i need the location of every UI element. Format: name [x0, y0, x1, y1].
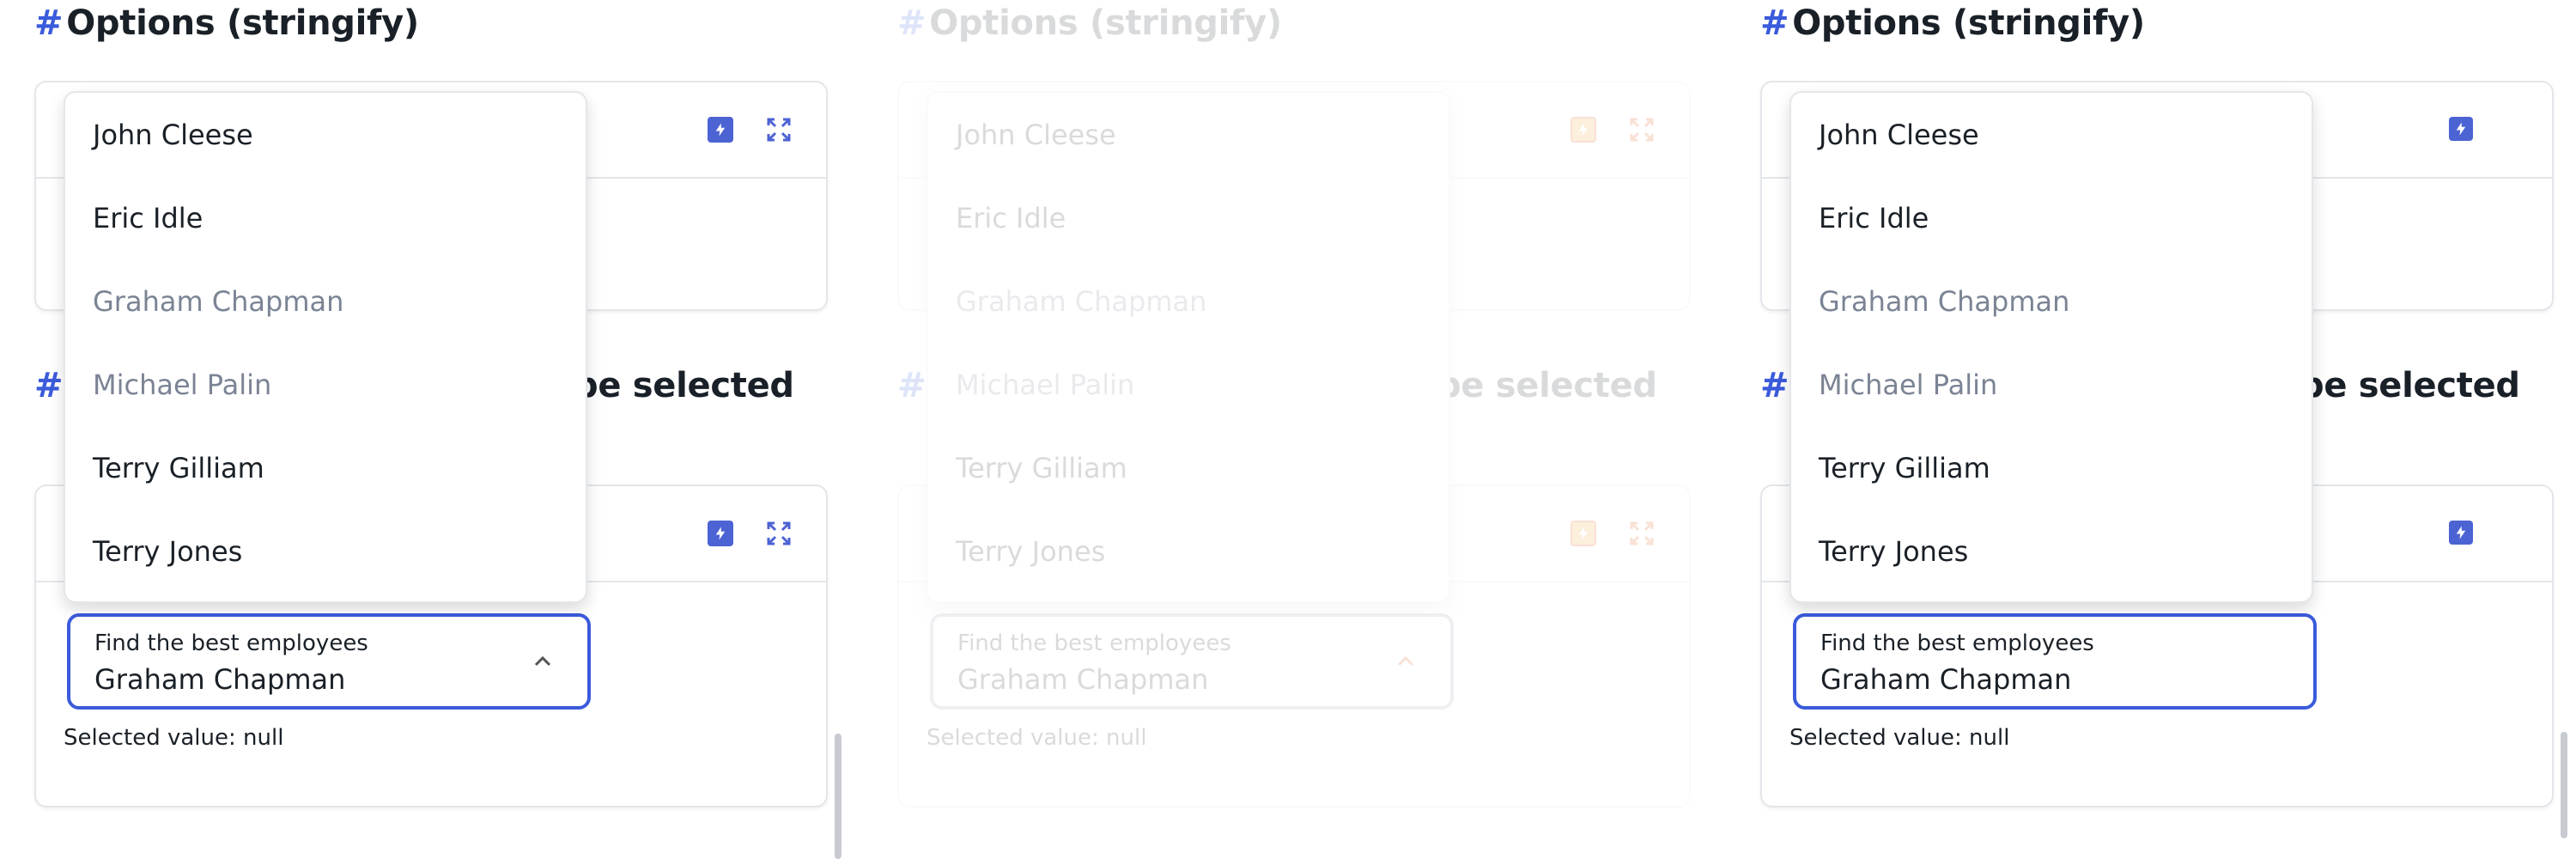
- bolt-icon[interactable]: [708, 117, 733, 143]
- autocomplete-label: Find the best employees: [957, 631, 1231, 656]
- option-item-disabled: Graham Chapman: [956, 284, 1207, 318]
- option-item[interactable]: John Cleese: [1791, 93, 2312, 176]
- bolt-icon[interactable]: [1571, 117, 1596, 143]
- autocomplete-input[interactable]: Graham Chapman: [1820, 663, 2071, 696]
- expand-icon[interactable]: [766, 521, 792, 546]
- autocomplete-listbox: John Cleese Eric Idle Graham Chapman Mic…: [927, 91, 1450, 603]
- option-item[interactable]: Terry Jones: [65, 509, 586, 593]
- autocomplete-label: Find the best employees: [1820, 631, 2094, 656]
- option-item[interactable]: Eric Idle: [928, 176, 1449, 259]
- autocomplete-label: Find the best employees: [94, 631, 368, 656]
- panel-right: # Options (stringify) # be selected Find …: [1726, 0, 2567, 859]
- employee-autocomplete[interactable]: Find the best employees Graham Chapman: [67, 613, 591, 710]
- option-item-disabled: Graham Chapman: [1819, 284, 2070, 318]
- autocomplete-listbox: John Cleese Eric Idle Graham Chapman Mic…: [1789, 91, 2313, 603]
- expand-icon[interactable]: [1629, 117, 1655, 143]
- section-heading-2-hash: #: [897, 366, 927, 405]
- section-heading-options: # Options (stringify): [897, 3, 1282, 43]
- page-scrollbar[interactable]: [835, 734, 841, 859]
- selected-value-text: Selected value: null: [927, 725, 1147, 751]
- option-item[interactable]: Eric Idle: [1791, 176, 2312, 259]
- section-heading-2-tail: be selected: [574, 366, 794, 405]
- panel-middle-ghost: # Options (stringify) # be selected Find …: [863, 0, 1704, 859]
- chevron-up-icon[interactable]: [1392, 648, 1419, 675]
- option-item[interactable]: Eric Idle: [65, 176, 586, 259]
- section-heading-2-tail: be selected: [1437, 366, 1657, 405]
- option-item-disabled: Michael Palin: [1819, 368, 1998, 401]
- section-heading-options: # Options (stringify): [34, 3, 419, 43]
- expand-icon[interactable]: [1629, 521, 1655, 546]
- page-scrollbar[interactable]: [2561, 732, 2567, 838]
- selected-value-text: Selected value: null: [1789, 725, 2010, 751]
- option-item[interactable]: Terry Gilliam: [928, 426, 1449, 509]
- option-item[interactable]: John Cleese: [65, 93, 586, 176]
- option-item-disabled: Michael Palin: [956, 368, 1135, 401]
- section-heading-2-hash: #: [1760, 366, 1789, 405]
- section-heading-2-hash: #: [34, 366, 64, 405]
- employee-autocomplete[interactable]: Find the best employees Graham Chapman: [1793, 613, 2317, 710]
- option-item[interactable]: John Cleese: [928, 93, 1449, 176]
- section-heading-options: # Options (stringify): [1760, 3, 2145, 43]
- panel-left: # Options (stringify) # be selected Find …: [0, 0, 841, 859]
- option-item-disabled: Graham Chapman: [93, 284, 344, 318]
- option-item-disabled: Michael Palin: [93, 368, 272, 401]
- expand-icon[interactable]: [766, 117, 792, 143]
- autocomplete-input[interactable]: Graham Chapman: [957, 663, 1208, 696]
- selected-value-text: Selected value: null: [64, 725, 284, 751]
- option-item[interactable]: Terry Gilliam: [65, 426, 586, 509]
- bolt-icon[interactable]: [2449, 117, 2473, 141]
- option-item[interactable]: Terry Jones: [928, 509, 1449, 593]
- chevron-up-icon[interactable]: [529, 648, 556, 675]
- employee-autocomplete[interactable]: Find the best employees Graham Chapman: [930, 613, 1454, 710]
- section-heading-2-tail: be selected: [2300, 366, 2520, 405]
- option-item[interactable]: Terry Gilliam: [1791, 426, 2312, 509]
- option-item[interactable]: Terry Jones: [1791, 509, 2312, 593]
- bolt-icon[interactable]: [2449, 521, 2473, 545]
- bolt-icon[interactable]: [708, 521, 733, 546]
- bolt-icon[interactable]: [1571, 521, 1596, 546]
- autocomplete-listbox: John Cleese Eric Idle Graham Chapman Mic…: [64, 91, 587, 603]
- autocomplete-input[interactable]: Graham Chapman: [94, 663, 345, 696]
